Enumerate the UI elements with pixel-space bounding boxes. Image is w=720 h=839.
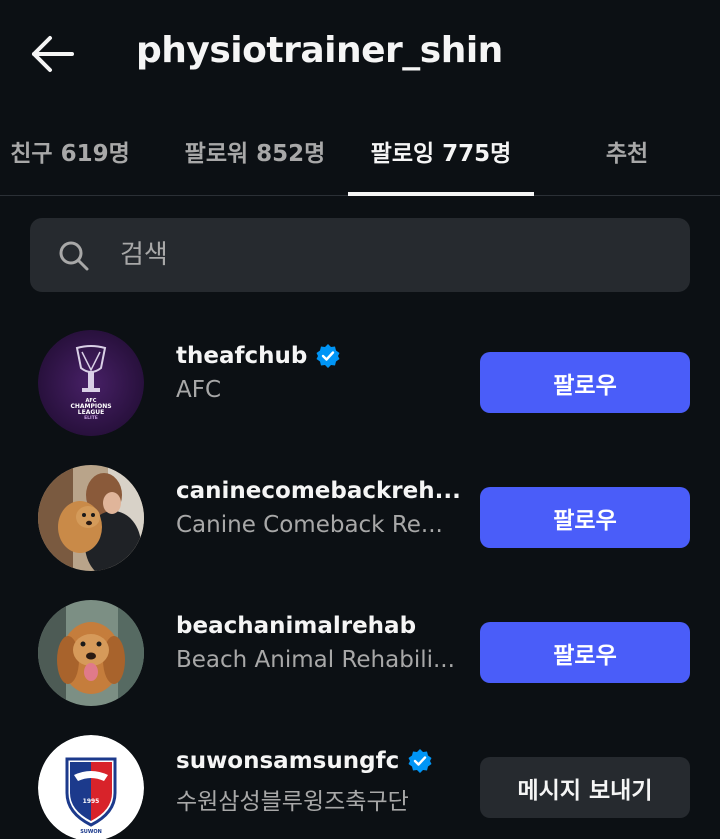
page-title: physiotrainer_shin bbox=[136, 30, 503, 71]
tab-followers[interactable]: 팔로워 852명 bbox=[180, 134, 330, 196]
full-name: Canine Comeback Re... bbox=[176, 512, 443, 538]
search-icon bbox=[59, 241, 89, 271]
avatar[interactable] bbox=[38, 465, 144, 571]
full-name: AFC bbox=[176, 377, 222, 403]
follow-button[interactable]: 팔로우 bbox=[480, 352, 690, 413]
top-bar: physiotrainer_shin bbox=[0, 0, 720, 108]
username[interactable]: suwonsamsungfc bbox=[176, 748, 466, 774]
verified-badge-icon bbox=[316, 344, 340, 368]
username-text[interactable]: suwonsamsungfc bbox=[176, 748, 399, 774]
list-item[interactable]: AFC CHAMPIONS LEAGUE ELITE theafchub AFC… bbox=[0, 330, 720, 440]
list-item[interactable]: 1995 SUWON suwonsamsungfc 수원삼성블루윙즈축구단 메시… bbox=[0, 735, 720, 839]
tab-bar: 친구 619명 팔로워 852명 팔로잉 775명 추천 bbox=[0, 108, 720, 196]
verified-badge-icon bbox=[408, 749, 432, 773]
list-item[interactable]: beachanimalrehab Beach Animal Rehabili..… bbox=[0, 600, 720, 710]
dog-photo bbox=[38, 600, 144, 706]
search-input[interactable] bbox=[120, 234, 660, 276]
user-info: suwonsamsungfc 수원삼성블루윙즈축구단 bbox=[176, 748, 466, 816]
avatar[interactable]: AFC CHAMPIONS LEAGUE ELITE bbox=[38, 330, 144, 436]
full-name: 수원삼성블루윙즈축구단 bbox=[176, 789, 409, 815]
active-tab-indicator bbox=[348, 192, 534, 196]
username-text[interactable]: caninecomebackreh... bbox=[176, 478, 461, 504]
tab-suggested[interactable]: 추천 bbox=[590, 134, 664, 196]
dog-photo bbox=[38, 465, 144, 571]
follow-button[interactable]: 팔로우 bbox=[480, 622, 690, 683]
message-button[interactable]: 메시지 보내기 bbox=[480, 757, 690, 818]
user-info: theafchub AFC bbox=[176, 343, 466, 403]
avatar[interactable] bbox=[38, 600, 144, 706]
username[interactable]: beachanimalrehab bbox=[176, 613, 466, 639]
avatar[interactable]: 1995 SUWON bbox=[38, 735, 144, 839]
tab-following[interactable]: 팔로잉 775명 bbox=[348, 134, 534, 196]
username[interactable]: theafchub bbox=[176, 343, 466, 369]
logo-text-league: LEAGUE bbox=[78, 409, 104, 416]
arrow-left-icon bbox=[32, 36, 74, 72]
tab-friends[interactable]: 친구 619명 bbox=[8, 134, 132, 196]
logo-text-elite: ELITE bbox=[84, 415, 98, 421]
username[interactable]: caninecomebackreh... bbox=[176, 478, 466, 504]
back-button[interactable] bbox=[28, 34, 76, 74]
logo-year-text: 1995 bbox=[83, 798, 100, 805]
afc-champions-league-logo: AFC CHAMPIONS LEAGUE ELITE bbox=[38, 330, 144, 436]
username-text[interactable]: beachanimalrehab bbox=[176, 613, 416, 639]
full-name: Beach Animal Rehabili... bbox=[176, 647, 455, 673]
user-info: caninecomebackreh... Canine Comeback Re.… bbox=[176, 478, 466, 538]
username-text[interactable]: theafchub bbox=[176, 343, 307, 369]
suwon-samsung-bluewings-logo: 1995 SUWON bbox=[38, 735, 144, 839]
logo-suwon-text: SUWON bbox=[80, 829, 102, 835]
search-bar[interactable] bbox=[30, 218, 690, 292]
list-item[interactable]: caninecomebackreh... Canine Comeback Re.… bbox=[0, 465, 720, 575]
follow-button[interactable]: 팔로우 bbox=[480, 487, 690, 548]
user-info: beachanimalrehab Beach Animal Rehabili..… bbox=[176, 613, 466, 673]
